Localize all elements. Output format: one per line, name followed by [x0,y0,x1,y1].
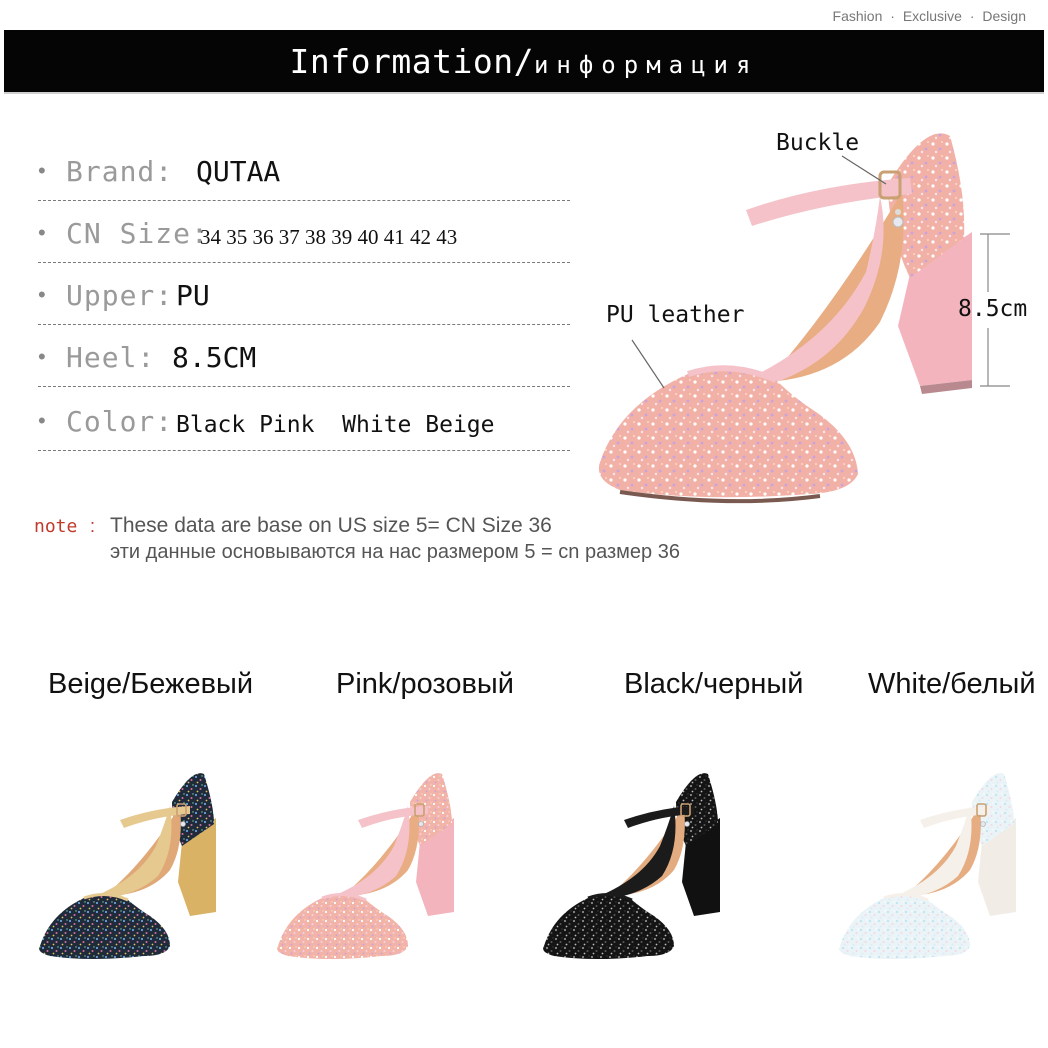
note-colon: : [90,516,96,536]
spec-label: Upper: [66,279,174,312]
spec-value-brand: QUTAA [196,155,281,188]
nav-separator: · [969,8,975,24]
spec-row-upper: • Upper: PU [38,262,570,325]
variant-label-black: Black/черный [624,668,804,700]
note-line-ru: эти данные основываются на нас размером … [110,541,680,563]
spec-value-upper: PU [176,279,210,312]
spec-row-heel: • Heel: 8.5CM [38,324,570,387]
variant-shoe-beige[interactable] [32,766,242,972]
spec-label: CN Size: [66,217,209,250]
nav-fashion: Fashion [832,8,883,24]
bullet-icon: • [38,158,46,183]
bullet-icon: • [38,220,46,245]
spec-row-size: • CN Size: 34 35 36 37 38 39 40 41 42 43 [38,200,570,263]
variant-shoe-white[interactable] [832,766,1042,972]
variant-label-pink: Pink/розовый [336,668,514,700]
variant-shoe-pink[interactable] [270,766,480,972]
spec-row-color: • Color: Black Pink White Beige [38,388,570,451]
note-key: note [34,516,78,537]
banner-title-ru: информация [533,51,759,79]
banner-title: Information/информация [4,42,1044,81]
note-line-en: These data are base on US size 5= CN Siz… [110,514,552,537]
information-banner: Information/информация [4,30,1044,94]
spec-value-size: 34 35 36 37 38 39 40 41 42 43 [200,225,458,249]
nav-exclusive: Exclusive [902,8,962,24]
variant-label-white: White/белый [868,668,1036,700]
callout-heel-height: 8.5cm [958,296,1028,322]
variant-shoe-black[interactable] [536,766,746,972]
nav-design: Design [982,8,1026,24]
spec-label: Heel: [66,341,156,374]
spec-value-heel: 8.5CM [172,341,257,374]
top-nav: Fashion · Exclusive · Design [829,8,1026,24]
callout-pu-leather: PU leather [606,302,745,328]
bullet-icon: • [38,408,46,433]
bullet-icon: • [38,282,46,307]
nav-separator: · [890,8,895,24]
variant-label-beige: Beige/Бежевый [48,668,254,700]
banner-title-en: Information/ [289,42,534,81]
hero-toe-box [598,368,858,498]
spec-label: Brand: [66,155,174,188]
spec-value-color: Black Pink White Beige [176,412,495,438]
spec-row-brand: • Brand: QUTAA [38,138,570,201]
bullet-icon: • [38,344,46,369]
callout-buckle: Buckle [776,130,860,156]
spec-label: Color: [66,405,174,438]
